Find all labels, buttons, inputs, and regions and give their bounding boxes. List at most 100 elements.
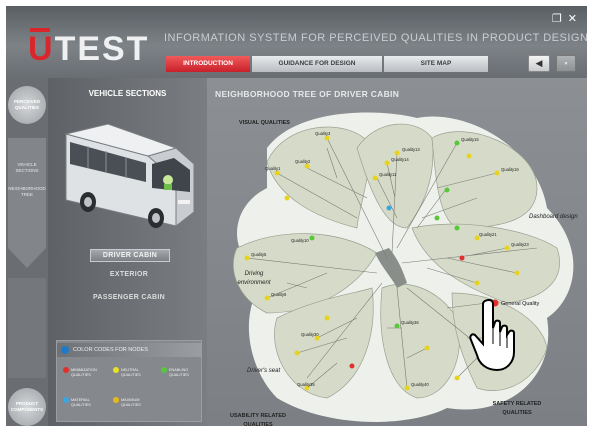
legend-label: MATERIAL (71, 398, 90, 402)
group-label-drivers-seat: Driver's seat (247, 368, 281, 374)
section-passenger-cabin-button[interactable]: PASSENGER CABIN (84, 292, 174, 303)
svg-text:Quality16: Quality16 (501, 167, 519, 172)
node-red[interactable] (349, 363, 355, 369)
node-yellow[interactable] (324, 135, 330, 141)
node-green[interactable] (394, 323, 400, 329)
general-quality-label: General Quality (501, 301, 539, 307)
node-yellow[interactable] (474, 280, 480, 286)
group-label-safety: SAFETY RELATED QUALITIES (492, 401, 542, 416)
node-yellow[interactable] (324, 315, 330, 321)
legend-item-neutral: NEUTRAL QUALITIES (113, 367, 141, 377)
node-yellow[interactable] (294, 350, 300, 356)
perceived-qualities-button[interactable]: PERCEIVED QUALITIES (8, 86, 46, 124)
svg-text:Quality15: Quality15 (461, 137, 479, 142)
node-green[interactable] (434, 215, 440, 221)
node-yellow[interactable] (394, 150, 400, 156)
svg-text:Quality40: Quality40 (411, 382, 429, 387)
svg-text:Quality30: Quality30 (301, 332, 319, 337)
node-yellow[interactable] (372, 175, 378, 181)
tab-introduction[interactable]: INTRODUCTION (166, 56, 250, 72)
app-title: INFORMATION SYSTEM FOR PERCEIVED QUALITI… (164, 32, 587, 44)
logo-text: TEST (54, 30, 150, 68)
node-yellow[interactable] (264, 295, 270, 301)
node-green[interactable] (454, 225, 460, 231)
speaker-icon: ◀ (535, 58, 543, 68)
sound-button[interactable]: ◀ (528, 55, 550, 72)
svg-text:Quality2: Quality2 (295, 159, 311, 164)
legend-label: MAXIMUM (121, 398, 140, 402)
rail-background (8, 138, 46, 378)
bus-illustration (65, 123, 195, 228)
options-icon: ▪ (564, 58, 568, 68)
product-components-button[interactable]: PRODUCT COMPONENTS (8, 388, 46, 426)
svg-text:Quality10: Quality10 (291, 238, 309, 243)
legend-sub: QUALITIES (169, 373, 189, 377)
rail-item-vehicle-sections[interactable]: VEHICLE SECTIONS (6, 162, 48, 174)
utest-logo: UTEST (28, 30, 149, 69)
svg-text:Quality36: Quality36 (401, 320, 419, 325)
node-yellow[interactable] (454, 375, 460, 381)
svg-text:Quality21: Quality21 (479, 232, 497, 237)
legend-item-minimization: MINIMIZATION QUALITIES (63, 367, 97, 377)
app-window: UTEST INFORMATION SYSTEM FOR PERCEIVED Q… (6, 6, 587, 426)
color-code-legend: COLOR CODES FOR NODES MINIMIZATION QUALIT… (56, 340, 202, 422)
node-green[interactable] (309, 235, 315, 241)
node-yellow[interactable] (384, 160, 390, 166)
node-yellow[interactable] (284, 195, 290, 201)
group-label-visual: VISUAL QUALITIES (239, 120, 290, 126)
svg-text:Quality14: Quality14 (391, 157, 409, 162)
node-green[interactable] (454, 140, 460, 146)
node-red[interactable] (459, 255, 465, 261)
node-yellow[interactable] (466, 153, 472, 159)
header-bar: UTEST INFORMATION SYSTEM FOR PERCEIVED Q… (6, 6, 587, 78)
legend-sub: QUALITIES (121, 373, 141, 377)
node-yellow[interactable] (504, 245, 510, 251)
node-green[interactable] (444, 187, 450, 193)
group-label-usability: USABILITY RELATED QUALITIES (229, 413, 287, 426)
vehicle-sections-panel: VEHICLE SECTIONS DRIVER CABIN EXTERIOR P… (48, 78, 207, 426)
svg-text:Quality11: Quality11 (379, 172, 397, 177)
legend-label: MINIMIZATION (71, 368, 97, 372)
legend-sub: QUALITIES (71, 403, 91, 407)
tab-guidance-for-design[interactable]: GUIDANCE FOR DESIGN (252, 56, 382, 72)
legend-title: COLOR CODES FOR NODES (57, 343, 201, 357)
svg-text:Quality13: Quality13 (402, 147, 420, 152)
rail-item-neighborhood-tree[interactable]: NEIGHBORHOOD TREE (6, 186, 48, 198)
legend-title-text: COLOR CODES FOR NODES (73, 347, 148, 353)
legend-sub: QUALITIES (71, 373, 91, 377)
node-blue[interactable] (386, 205, 392, 211)
section-exterior-button[interactable]: EXTERIOR (90, 269, 168, 280)
svg-text:Quality35: Quality35 (297, 382, 315, 387)
logo-letter-u: U (28, 30, 55, 68)
legend-label: NEUTRAL (121, 368, 139, 372)
tab-site-map[interactable]: SITE MAP (384, 56, 488, 72)
group-label-dashboard: Dashboard design (529, 214, 578, 220)
nav-tabs: INTRODUCTION GUIDANCE FOR DESIGN SITE MA… (166, 56, 488, 72)
node-yellow[interactable] (404, 385, 410, 391)
info-icon (61, 345, 69, 354)
svg-text:Quality1: Quality1 (265, 166, 281, 171)
legend-item-maximum: MAXIMUM QUALITIES (113, 397, 141, 407)
svg-text:Quality23: Quality23 (511, 242, 529, 247)
node-yellow[interactable] (514, 270, 520, 276)
left-rail: PERCEIVED QUALITIES VEHICLE SECTIONS NEI… (6, 78, 48, 426)
node-yellow[interactable] (424, 345, 430, 351)
node-yellow[interactable] (494, 170, 500, 176)
node-yellow[interactable] (244, 255, 250, 261)
section-driver-cabin-button[interactable]: DRIVER CABIN (90, 249, 170, 262)
petal-dashboard (431, 131, 538, 229)
legend-sub: QUALITIES (121, 403, 141, 407)
node-yellow[interactable] (274, 170, 280, 176)
group-label-driving-environment: Driving environment (237, 271, 271, 286)
node-yellow[interactable] (304, 163, 310, 169)
svg-text:Quality3: Quality3 (315, 131, 331, 136)
svg-text:Quality5: Quality5 (251, 252, 267, 257)
neighborhood-tree-area: Quality3 Quality2 Quality1 Quality13 Qua… (207, 78, 587, 426)
tree-title: NEIGHBORHOOD TREE OF DRIVER CABIN (215, 89, 400, 99)
restore-icon[interactable]: ❐ (552, 13, 562, 25)
vehicle-sections-title: VEHICLE SECTIONS (88, 89, 167, 98)
options-button[interactable]: ▪ (556, 55, 576, 72)
window-controls: ❐ ✕ (546, 12, 577, 25)
close-icon[interactable]: ✕ (568, 13, 577, 25)
svg-text:Quality6: Quality6 (271, 292, 287, 297)
